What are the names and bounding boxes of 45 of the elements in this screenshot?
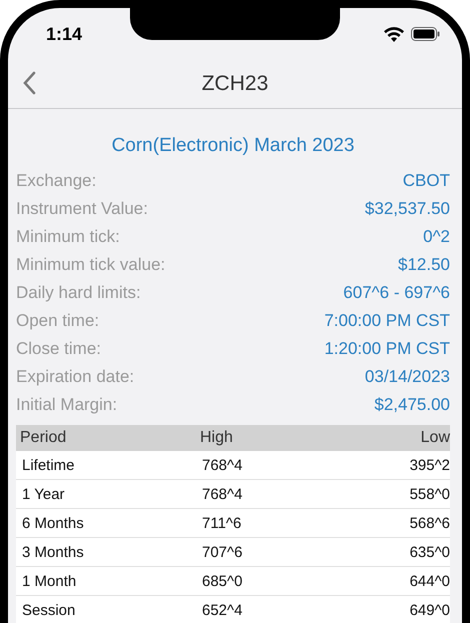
table-cell-text: 707^6 <box>202 544 244 560</box>
table-cell-text: 1 Month <box>22 572 78 590</box>
table-cell-text: Session <box>22 602 76 618</box>
field-label: Instrument Value: <box>16 199 148 219</box>
field-value: 0^2 <box>423 227 450 247</box>
field-value: $12.50 <box>398 255 450 275</box>
field-value: $32,537.50 <box>364 199 450 219</box>
table-cell-text: 768^4 <box>202 486 244 502</box>
table-cell: 644^0 <box>410 572 450 590</box>
field-value: CBOT <box>402 171 450 191</box>
table-cell: 558^0 <box>410 486 450 502</box>
table-cell-text: 685^0 <box>202 572 244 590</box>
field-label: Initial Margin: <box>16 395 118 415</box>
nav-title: ZCH23 <box>202 72 268 96</box>
battery-icon <box>411 27 440 41</box>
field-value: 03/14/2023 <box>364 367 450 387</box>
table-cell-text: 3 Months <box>22 544 85 560</box>
field-value: $2,475.00 <box>374 395 450 415</box>
column-header: High <box>200 429 234 447</box>
table-cell: 635^0 <box>410 544 450 560</box>
table-cell: 649^0 <box>410 602 450 618</box>
table-cell-text: 768^4 <box>202 456 244 474</box>
back-button[interactable] <box>22 71 36 95</box>
table-cell-text: 1 Year <box>22 486 66 502</box>
table-cell: 395^2 <box>410 456 450 474</box>
table-cell-text: 711^6 <box>202 514 242 532</box>
column-header: Period <box>20 429 68 447</box>
field-value: 1:20:00 PM CST <box>324 339 450 359</box>
status-time: 1:14 <box>46 24 82 44</box>
column-header: Low <box>420 429 450 447</box>
field-label: Daily hard limits: <box>16 283 141 303</box>
table-cell: 568^6 <box>410 514 450 532</box>
field-label: Minimum tick: <box>16 227 120 247</box>
table-cell-text: 652^4 <box>202 602 244 618</box>
wifi-icon <box>384 26 404 42</box>
field-value: 7:00:00 PM CST <box>324 311 450 331</box>
table-cell-text: Lifetime <box>22 456 76 474</box>
field-value: 607^6 - 697^6 <box>343 283 450 303</box>
table-cell-text: 6 Months <box>22 514 85 532</box>
field-label: Close time: <box>16 339 102 359</box>
field-label: Expiration date: <box>16 367 134 387</box>
field-label: Exchange: <box>16 171 96 191</box>
contract-title: Corn(Electronic) March 2023 <box>110 135 356 157</box>
field-label: Open time: <box>16 311 100 331</box>
field-label: Minimum tick value: <box>16 255 166 275</box>
